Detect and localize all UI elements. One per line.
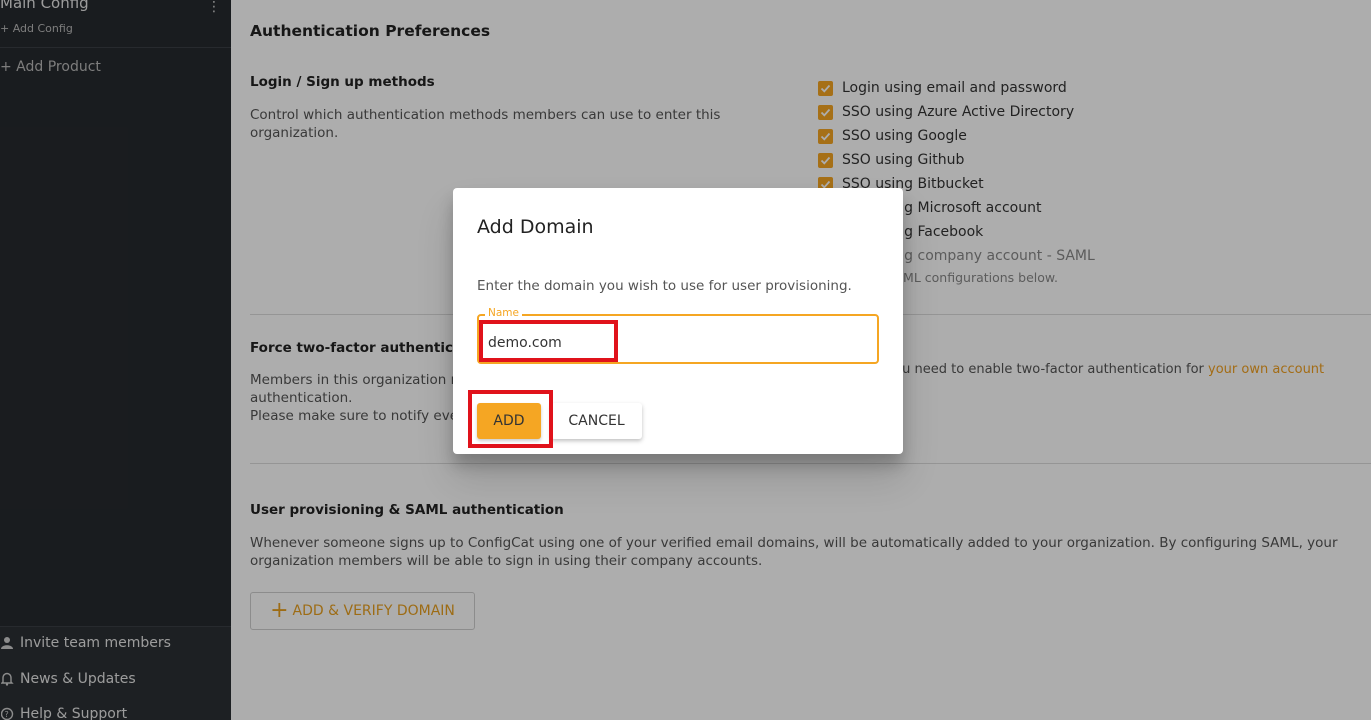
highlight-box-add-button xyxy=(468,390,553,448)
domain-name-label: Name xyxy=(485,307,522,319)
cancel-button[interactable]: CANCEL xyxy=(551,403,642,439)
dialog-text: Enter the domain you wish to use for use… xyxy=(477,278,852,294)
highlight-box-domain-input xyxy=(479,320,618,362)
dialog-title: Add Domain xyxy=(477,216,594,238)
